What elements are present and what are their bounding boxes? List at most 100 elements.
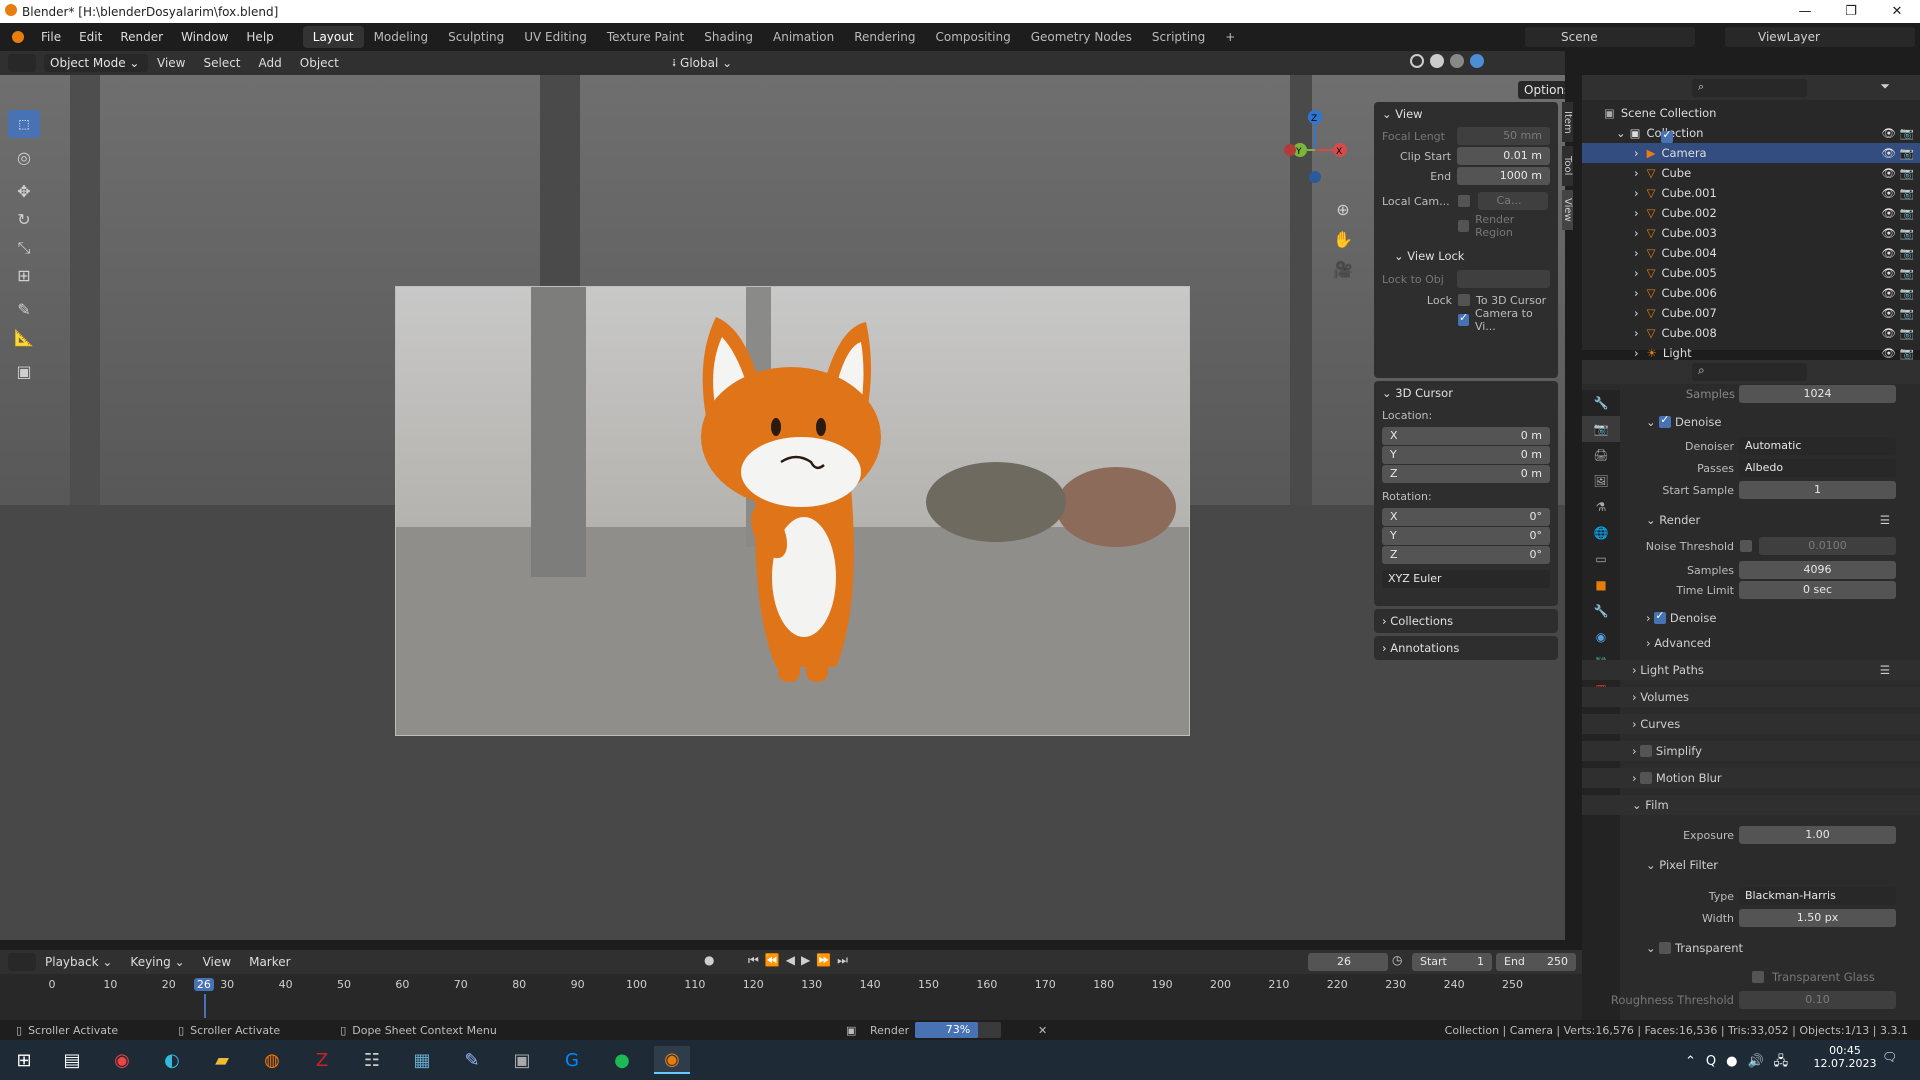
denoiser-dropdown[interactable]: Automatic xyxy=(1739,437,1896,455)
camera-render-icon[interactable]: 📷 xyxy=(1900,266,1914,280)
transparent-glass-checkbox[interactable] xyxy=(1752,971,1764,983)
timeline-view-menu[interactable]: View xyxy=(194,955,240,969)
pen-icon[interactable]: ✎ xyxy=(458,1046,486,1074)
view-layer-selector[interactable]: ViewLayer xyxy=(1725,27,1915,47)
measure-icon[interactable]: 📐 xyxy=(8,324,40,352)
outliner-item[interactable]: › ▽ Cube.005 👁 📷 xyxy=(1582,263,1920,283)
camera-render-icon[interactable]: 📷 xyxy=(1900,166,1914,180)
filter-type-dropdown[interactable]: Blackman-Harris xyxy=(1739,887,1896,905)
eye-icon[interactable]: 👁 xyxy=(1881,126,1896,140)
lock-to-object-field[interactable] xyxy=(1457,270,1550,288)
transform-icon[interactable]: ⊞ xyxy=(8,262,40,290)
eye-icon[interactable]: 👁 xyxy=(1881,246,1896,260)
annotations-panel-header[interactable]: › Annotations xyxy=(1374,636,1558,660)
expand-arrow-icon[interactable]: › xyxy=(1634,206,1639,220)
expand-arrow-icon[interactable]: › xyxy=(1634,166,1639,180)
scene-selector[interactable]: Scene xyxy=(1525,27,1695,47)
mode-dropdown[interactable]: Object Mode ⌄ xyxy=(44,54,148,72)
menu-file[interactable]: File xyxy=(32,30,70,44)
tab-texture-paint[interactable]: Texture Paint xyxy=(597,26,694,48)
outliner-item[interactable]: › ▽ Cube 👁 📷 xyxy=(1582,163,1920,183)
camera-render-icon[interactable]: 📷 xyxy=(1900,206,1914,220)
transparent-header[interactable]: ⌄ Transparent xyxy=(1582,938,1920,958)
simplify-header[interactable]: › Simplify xyxy=(1582,741,1920,761)
exposure-field[interactable]: 1.00 xyxy=(1739,826,1896,844)
playhead[interactable] xyxy=(203,994,206,1018)
camera-render-icon[interactable]: 📷 xyxy=(1900,146,1914,160)
outliner-item[interactable]: › ▽ Cube.006 👁 📷 xyxy=(1582,283,1920,303)
filter-icon[interactable]: ⏷ xyxy=(1880,79,1890,94)
maximize-button[interactable]: ❐ xyxy=(1828,0,1874,23)
time-limit-field[interactable]: 0 sec xyxy=(1739,581,1896,599)
camera-render-icon[interactable]: 📷 xyxy=(1900,186,1914,200)
pan-icon[interactable]: ✋ xyxy=(1330,225,1356,255)
expand-arrow-icon[interactable]: › xyxy=(1634,346,1639,360)
minimize-button[interactable]: — xyxy=(1782,0,1828,23)
move-icon[interactable]: ✥ xyxy=(8,178,40,206)
film-header[interactable]: ⌄ Film xyxy=(1582,795,1920,815)
material-shading-icon[interactable] xyxy=(1450,54,1464,68)
motion-blur-checkbox[interactable] xyxy=(1640,772,1653,784)
camera-render-icon[interactable]: 📷 xyxy=(1900,246,1914,260)
filter-width-field[interactable]: 1.50 px xyxy=(1739,909,1896,927)
eye-icon[interactable]: 👁 xyxy=(1881,146,1896,160)
curves-header[interactable]: › Curves xyxy=(1582,714,1920,734)
cursor-icon[interactable]: ◎ xyxy=(8,144,40,172)
cursor-location-z[interactable]: Z0 m xyxy=(1382,465,1550,483)
tab-item[interactable]: Item xyxy=(1562,102,1573,142)
denoise-checkbox[interactable] xyxy=(1659,413,1672,428)
tab-geometry-nodes[interactable]: Geometry Nodes xyxy=(1021,26,1142,48)
tab-layout[interactable]: Layout xyxy=(302,26,364,48)
outliner-item[interactable]: › ▶ Camera 👁 📷 xyxy=(1582,143,1920,163)
expand-arrow-icon[interactable]: › xyxy=(1634,306,1639,320)
render-subpanel-header[interactable]: ⌄ Render ☰ xyxy=(1582,510,1920,530)
camera-render-icon[interactable]: 📷 xyxy=(1900,326,1914,340)
camera-to-view-checkbox[interactable] xyxy=(1458,311,1469,326)
playback-menu[interactable]: Playback ⌄ xyxy=(36,955,121,969)
menu-help[interactable]: Help xyxy=(237,30,282,44)
collection-checkbox[interactable] xyxy=(1661,128,1674,143)
menu-object[interactable]: Object xyxy=(291,56,348,70)
tab-view[interactable]: View xyxy=(1562,190,1573,230)
solid-shading-icon[interactable] xyxy=(1430,54,1444,68)
app2-icon[interactable]: ▣ xyxy=(508,1046,536,1074)
browser-icon[interactable]: G xyxy=(558,1046,586,1074)
volumes-header[interactable]: › Volumes xyxy=(1582,687,1920,707)
wireframe-shading-icon[interactable] xyxy=(1410,54,1424,68)
record-icon[interactable]: ● xyxy=(704,953,714,967)
advanced-header[interactable]: › Advanced xyxy=(1582,633,1920,653)
editor-type-button[interactable] xyxy=(8,953,36,971)
blender-menu-icon[interactable] xyxy=(12,31,24,43)
camera-render-icon[interactable]: 📷 xyxy=(1900,306,1914,320)
editor-type-button[interactable] xyxy=(8,54,36,72)
view-panel-header[interactable]: ⌄ View xyxy=(1374,102,1558,126)
outliner-item[interactable]: › ▽ Cube.004 👁 📷 xyxy=(1582,243,1920,263)
tab-sculpting[interactable]: Sculpting xyxy=(438,26,514,48)
3d-viewport[interactable]: ⬚ ◎ ✥ ↻ ⤡ ⊞ ✎ 📐 ▣ Z X Y ⊕ ✋ 🎥 Options xyxy=(0,75,1565,940)
simplify-checkbox[interactable] xyxy=(1640,745,1653,757)
expand-arrow-icon[interactable]: › xyxy=(1634,286,1639,300)
expand-arrow-icon[interactable]: › xyxy=(1634,186,1639,200)
camera-view-icon[interactable]: 🎥 xyxy=(1330,255,1356,285)
tab-scripting[interactable]: Scripting xyxy=(1142,26,1215,48)
eye-icon[interactable]: 👁 xyxy=(1881,206,1896,220)
render-region-checkbox[interactable] xyxy=(1458,220,1470,232)
camera-render-icon[interactable]: 📷 xyxy=(1900,286,1914,300)
select-box-icon[interactable]: ⬚ xyxy=(8,110,40,138)
spotify-icon[interactable]: ● xyxy=(608,1046,636,1074)
start-sample-field[interactable]: 1 xyxy=(1739,481,1896,499)
tab-compositing[interactable]: Compositing xyxy=(925,26,1020,48)
edge-icon[interactable]: ◐ xyxy=(158,1046,186,1074)
cursor-rotation-y[interactable]: Y 0° xyxy=(1382,527,1550,545)
system-tray[interactable]: ⌃Q●🔊🖧 xyxy=(1685,1052,1798,1074)
outliner-item[interactable]: › ▽ Cube.008 👁 📷 xyxy=(1582,323,1920,343)
tab-shading[interactable]: Shading xyxy=(694,26,763,48)
camera-render-icon[interactable]: 📷 xyxy=(1900,126,1914,140)
tab-tool[interactable]: Tool xyxy=(1562,146,1573,186)
cancel-render-button[interactable]: ✕ xyxy=(1038,1024,1047,1037)
notification-icon[interactable]: 🗨 xyxy=(1882,1050,1897,1064)
close-button[interactable]: ✕ xyxy=(1874,0,1920,23)
properties-search-input[interactable]: ⌕ xyxy=(1692,363,1807,381)
rendered-shading-icon[interactable] xyxy=(1470,54,1484,68)
cursor-rotation-x[interactable]: X 0° xyxy=(1382,508,1550,526)
